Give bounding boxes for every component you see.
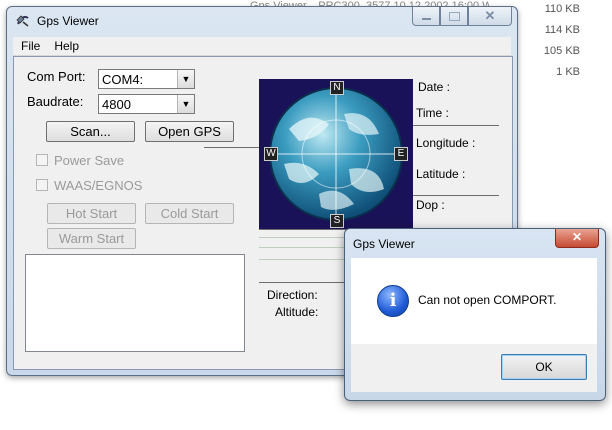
- com-port-label: Com Port:: [27, 69, 86, 84]
- dop-label: Dop :: [416, 198, 445, 212]
- minimize-icon: [421, 18, 431, 20]
- longitude-label: Longitude :: [416, 136, 476, 150]
- altitude-label: Altitude:: [275, 305, 319, 319]
- globe-icon: [269, 87, 403, 221]
- com-port-select[interactable]: COM4: ▼: [98, 69, 195, 89]
- baudrate-label: Baudrate:: [27, 94, 84, 109]
- satellite-icon: [16, 15, 29, 27]
- latitude-label: Latitude :: [416, 167, 466, 181]
- dialog-close-button[interactable]: ✕: [555, 229, 599, 248]
- close-button[interactable]: ✕: [468, 7, 512, 26]
- compass-globe: N S W E: [259, 79, 413, 229]
- maximize-icon: [448, 11, 460, 21]
- satellite-list[interactable]: [25, 254, 245, 352]
- file-size: 1 KB: [556, 66, 580, 78]
- checkbox-icon: [36, 154, 48, 166]
- file-size: 114 KB: [544, 24, 580, 36]
- dialog-message: Can not open COMPORT.: [418, 293, 557, 307]
- hot-start-button[interactable]: Hot Start: [47, 203, 136, 224]
- divider: [413, 125, 499, 126]
- divider: [413, 195, 499, 196]
- info-icon: i: [377, 285, 409, 317]
- checkbox-icon: [36, 179, 48, 191]
- compass-west: W: [264, 147, 278, 161]
- cold-start-button[interactable]: Cold Start: [145, 203, 234, 224]
- ok-button[interactable]: OK: [501, 354, 587, 380]
- date-label: Date :: [418, 80, 451, 94]
- waas-egnos-label: WAAS/EGNOS: [54, 178, 143, 193]
- menu-bar: File Help: [13, 37, 511, 56]
- chevron-down-icon[interactable]: ▼: [177, 70, 194, 88]
- menu-file[interactable]: File: [13, 37, 46, 53]
- close-icon: ✕: [571, 230, 583, 244]
- window-title: Gps Viewer: [37, 14, 99, 28]
- waas-egnos-checkbox[interactable]: WAAS/EGNOS: [36, 178, 142, 193]
- power-save-checkbox[interactable]: Power Save: [36, 153, 124, 168]
- close-icon: ✕: [484, 8, 496, 23]
- error-dialog: Gps Viewer ✕ i Can not open COMPORT. OK: [344, 228, 606, 401]
- dialog-title: Gps Viewer: [353, 237, 415, 251]
- dialog-body: i Can not open COMPORT.: [351, 258, 597, 344]
- minimize-button[interactable]: [412, 7, 440, 26]
- chevron-down-icon[interactable]: ▼: [177, 95, 194, 113]
- scan-button[interactable]: Scan...: [46, 121, 135, 142]
- warm-start-button[interactable]: Warm Start: [47, 228, 136, 249]
- open-gps-button[interactable]: Open GPS: [145, 121, 234, 142]
- direction-label: Direction:: [267, 288, 318, 302]
- compass-north: N: [330, 81, 344, 95]
- time-label: Time :: [416, 106, 449, 120]
- file-size: 110 KB: [544, 3, 580, 15]
- baudrate-select[interactable]: 4800 ▼: [98, 94, 195, 114]
- baudrate-value: 4800: [102, 97, 131, 112]
- menu-help[interactable]: Help: [46, 37, 85, 53]
- maximize-button[interactable]: [440, 7, 468, 26]
- compass-east: E: [394, 147, 408, 161]
- com-port-value: COM4:: [102, 72, 144, 87]
- divider: [204, 147, 259, 148]
- file-size: 105 KB: [543, 45, 580, 57]
- dialog-footer: OK: [351, 344, 597, 392]
- compass-south: S: [330, 214, 344, 228]
- power-save-label: Power Save: [54, 153, 125, 168]
